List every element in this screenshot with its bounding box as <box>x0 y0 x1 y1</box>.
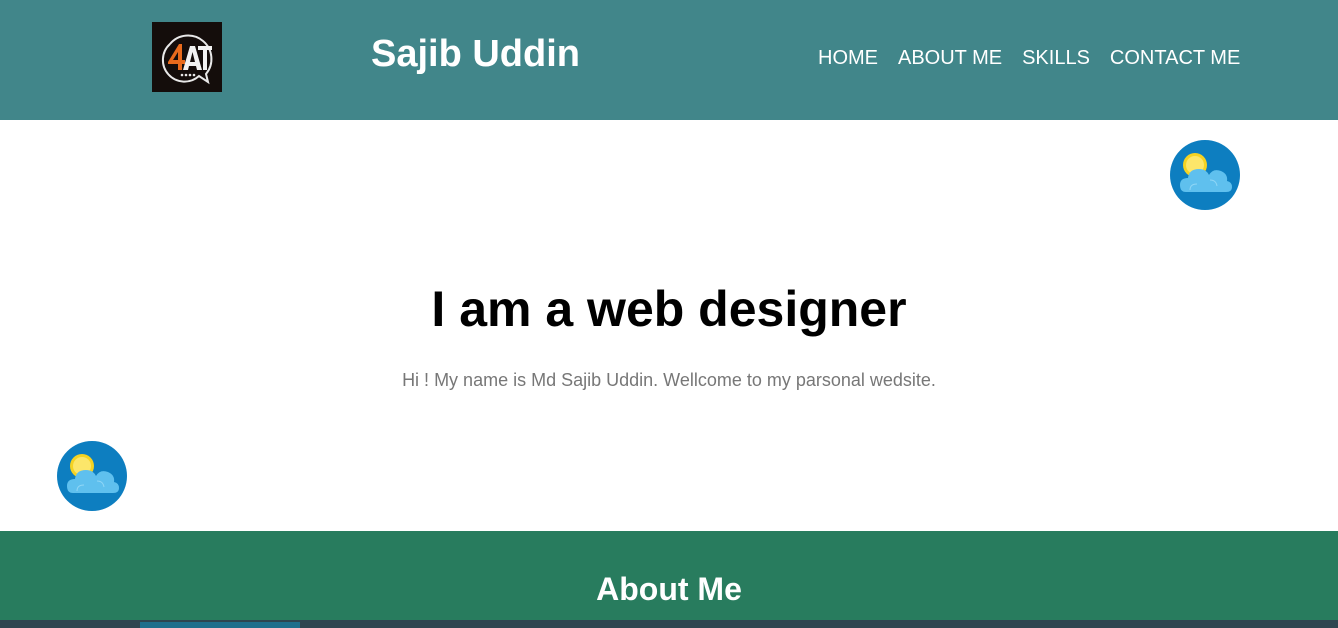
nav-home[interactable]: HOME <box>818 45 878 71</box>
main-nav: HOME ABOUT ME SKILLS CONTACT ME <box>818 44 1240 72</box>
nav-contact-me[interactable]: CONTACT ME <box>1110 45 1240 71</box>
hero-heading: I am a web designer <box>431 281 907 337</box>
about-title: About Me <box>596 571 742 607</box>
about-section: About Me <box>0 531 1338 620</box>
taskbar-strip <box>0 620 1338 628</box>
site-title[interactable]: Sajib Uddin <box>371 32 580 76</box>
sun-cloud-icon <box>57 441 127 511</box>
nav-skills[interactable]: SKILLS <box>1022 45 1090 71</box>
nav-about-me[interactable]: ABOUT ME <box>898 45 1002 71</box>
4at-logo-icon <box>152 22 222 92</box>
sun-cloud-icon <box>1170 140 1240 210</box>
taskbar-active-segment <box>140 622 300 628</box>
site-header: Sajib Uddin HOME ABOUT ME SKILLS CONTACT… <box>0 0 1338 120</box>
site-logo[interactable] <box>152 22 222 92</box>
hero-intro-text: Hi ! My name is Md Sajib Uddin. Wellcome… <box>402 370 936 390</box>
